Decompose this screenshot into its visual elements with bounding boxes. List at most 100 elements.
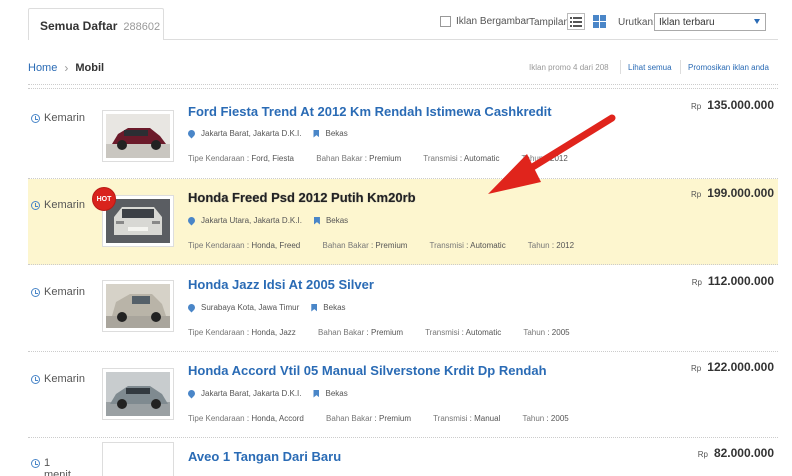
tab-all-listings[interactable]: Semua Daftar 288602 — [28, 8, 164, 40]
car-photo — [106, 199, 170, 243]
listing-location: Jakarta Barat, Jakarta D.K.I. — [201, 389, 302, 398]
listing-specs: Tipe Kendaraan : Honda, Jazz Bahan Bakar… — [188, 328, 570, 337]
promo-info: Iklan promo 4 dari 208 — [529, 63, 609, 72]
listing-location: Jakarta Utara, Jakarta D.K.I. — [201, 216, 302, 225]
clock-icon — [31, 459, 40, 468]
spec-transmission-value: : Automatic — [459, 154, 500, 163]
currency-label: Rp — [691, 102, 702, 111]
listing-time-label: Kemarin — [44, 112, 85, 124]
listing-condition: Bekas — [325, 129, 348, 138]
clock-icon — [31, 114, 40, 123]
listing-time-label: Kemarin — [44, 199, 85, 211]
listing-thumbnail[interactable] — [102, 368, 174, 420]
listing-row[interactable]: Kemarin Honda Accord Vtil 05 Manual Silv… — [28, 352, 778, 438]
with-images-label: Iklan Bergambar — [456, 16, 530, 27]
listing-row[interactable]: Kemarin Ford Fiesta Trend At 2012 Km Ren… — [28, 92, 778, 179]
price-value: 135.000.000 — [707, 98, 774, 112]
clock-icon — [31, 375, 40, 384]
listing-time: Kemarin — [31, 286, 85, 298]
listing-row[interactable]: Kemarin Honda Jazz Idsi At 2005 Silver S… — [28, 265, 778, 352]
spec-year-label: Tahun — [521, 154, 544, 163]
listing-condition: Bekas — [323, 303, 346, 312]
promote-ad-link[interactable]: Promosikan iklan anda — [688, 63, 769, 72]
bookmark-icon — [313, 216, 320, 225]
listing-price: Rp 135.000.000 — [691, 98, 774, 112]
listing-title[interactable]: Aveo 1 Tangan Dari Baru — [188, 449, 341, 464]
sort-label: Urutkan: — [618, 17, 656, 28]
location-pin-icon — [186, 215, 197, 226]
spec-fuel-value: : Premium — [374, 414, 411, 423]
see-all-link[interactable]: Lihat semua — [628, 63, 672, 72]
spec-transmission-value: : Automatic — [466, 241, 506, 250]
spec-fuel-label: Bahan Bakar — [316, 154, 363, 163]
spec-type-value: : Honda, Jazz — [246, 328, 296, 337]
list-icon — [570, 16, 582, 27]
listing-location: Surabaya Kota, Jawa Timur — [201, 303, 300, 312]
tab-underline — [164, 39, 778, 40]
listing-location: Jakarta Barat, Jakarta D.K.I. — [201, 129, 302, 138]
chevron-down-icon — [754, 19, 760, 24]
listing-meta: Jakarta Barat, Jakarta D.K.I. Bekas — [186, 388, 348, 399]
with-images-filter[interactable]: Iklan Bergambar — [440, 16, 529, 27]
tab-count: 288602 — [123, 21, 161, 33]
listing-title[interactable]: Honda Accord Vtil 05 Manual Silverstone … — [188, 363, 547, 378]
with-images-checkbox[interactable] — [440, 16, 451, 27]
spec-year-value: : 2012 — [545, 154, 568, 163]
spec-fuel-label: Bahan Bakar — [318, 328, 365, 337]
listing-time-label: Kemarin — [44, 373, 85, 385]
listing-title[interactable]: Ford Fiesta Trend At 2012 Km Rendah Isti… — [188, 104, 552, 119]
listing-row-hot[interactable]: Kemarin HOT Honda Freed Psd 2012 Putih K… — [28, 179, 778, 265]
listing-row[interactable]: 1 menit lalu Aveo 1 Tangan Dari Baru Rp 8… — [28, 438, 778, 476]
listing-title[interactable]: Honda Freed Psd 2012 Putih Km20rb — [188, 190, 416, 205]
spec-year-value: : 2012 — [551, 241, 575, 250]
spec-fuel-label: Bahan Bakar — [326, 414, 373, 423]
listing-specs: Tipe Kendaraan : Ford, Fiesta Bahan Baka… — [188, 154, 568, 163]
listing-price: Rp 199.000.000 — [691, 186, 774, 200]
spec-type-value: : Ford, Fiesta — [246, 154, 294, 163]
spec-transmission-label: Transmisi — [433, 414, 468, 423]
currency-label: Rp — [691, 364, 702, 373]
listing-price: Rp 122.000.000 — [691, 360, 774, 374]
listing-price: Rp 82.000.000 — [698, 446, 774, 460]
hot-badge: HOT — [92, 187, 116, 211]
spec-transmission-value: : Automatic — [461, 328, 502, 337]
grid-icon — [592, 15, 606, 28]
listing-price: Rp 112.000.000 — [692, 274, 774, 288]
price-value: 112.000.000 — [707, 274, 774, 288]
sort-select[interactable]: Iklan terbaru — [654, 13, 766, 31]
listing-title[interactable]: Honda Jazz Idsi At 2005 Silver — [188, 277, 374, 292]
spec-year-value: : 2005 — [547, 328, 570, 337]
car-photo — [106, 372, 170, 416]
listing-time-label: Kemarin — [44, 286, 85, 298]
price-value: 199.000.000 — [707, 186, 774, 200]
spec-transmission-label: Transmisi — [423, 154, 458, 163]
spec-type-label: Tipe Kendaraan — [188, 154, 245, 163]
listing-thumbnail[interactable] — [102, 110, 174, 162]
listing-meta: Jakarta Utara, Jakarta D.K.I. Bekas — [186, 215, 348, 226]
bookmark-icon — [313, 129, 320, 138]
spec-year-label: Tahun — [523, 328, 546, 337]
spec-year-label: Tahun — [527, 241, 550, 250]
spec-fuel-label: Bahan Bakar — [322, 241, 369, 250]
listing-specs: Tipe Kendaraan : Honda, Freed Bahan Baka… — [188, 241, 574, 250]
spec-type-label: Tipe Kendaraan — [188, 414, 245, 423]
currency-label: Rp — [691, 278, 702, 287]
list-view-button[interactable] — [567, 13, 585, 30]
spec-fuel-value: : Premium — [364, 154, 402, 163]
car-photo — [106, 284, 170, 328]
view-label: Tampilan: — [529, 17, 572, 28]
spec-transmission-value: : Manual — [469, 414, 501, 423]
spec-fuel-value: : Premium — [366, 328, 403, 337]
car-photo — [106, 114, 170, 158]
spec-fuel-value: : Premium — [370, 241, 408, 250]
listing-time: Kemarin — [31, 112, 85, 124]
listing-meta: Surabaya Kota, Jawa Timur Bekas — [186, 302, 346, 313]
currency-label: Rp — [697, 450, 708, 459]
bookmark-icon — [313, 389, 320, 398]
listing-thumbnail[interactable] — [102, 280, 174, 332]
breadcrumb-home[interactable]: Home — [28, 62, 57, 74]
listing-time: 1 menit lalu — [31, 457, 71, 476]
top-bar: Semua Daftar 288602 Iklan Bergambar Tampi… — [0, 0, 792, 40]
listing-thumbnail[interactable] — [102, 442, 174, 476]
grid-view-button[interactable] — [590, 13, 608, 30]
